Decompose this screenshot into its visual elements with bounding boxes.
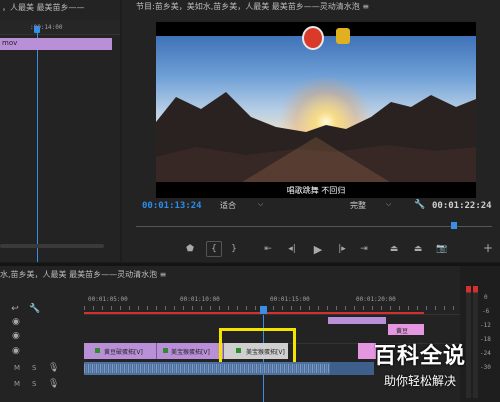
ruler-tick-label: 00:01:10:00 <box>180 296 220 303</box>
export-frame-icon[interactable]: 📷 <box>436 243 448 255</box>
clip-label: 美宝猴蛋拓[V] <box>171 349 210 356</box>
logo-mark <box>336 28 350 44</box>
logo-emblem <box>302 26 324 50</box>
snap-icon[interactable]: ↩ <box>10 304 20 314</box>
chevron-down-icon: ⌵ <box>258 200 264 208</box>
watermark-title: 百科全说 <box>374 344 467 369</box>
go-to-out-icon[interactable]: ⇥ <box>358 243 370 255</box>
mute-button[interactable]: M <box>14 380 20 388</box>
video-clip[interactable]: 美宝猴蛋拓[V] <box>157 343 224 359</box>
program-duration: 00:01:22:24 <box>432 201 492 211</box>
program-scrub-bar[interactable] <box>136 222 492 230</box>
ruler-tick-label: 00:01:15:00 <box>270 296 310 303</box>
fit-dropdown-label: 适合 <box>220 201 236 210</box>
add-button-icon[interactable]: + <box>482 242 494 254</box>
track-header-a2: M S 🎙 <box>0 378 84 392</box>
meter-scale-label: -6 <box>482 308 490 315</box>
extract-icon[interactable]: ⏏ <box>412 243 424 255</box>
eye-icon[interactable]: ◉ <box>12 347 20 356</box>
microphone-icon[interactable]: 🎙 <box>48 364 59 373</box>
mute-button[interactable]: M <box>14 364 20 372</box>
lift-icon[interactable]: ⏏ <box>388 243 400 255</box>
chevron-down-icon: ⌵ <box>386 200 392 208</box>
quality-dropdown[interactable]: 完整 ⌵ <box>348 200 398 211</box>
source-panel: ，人最美 最美苗乡—— :00:14:00 mov <box>0 0 120 262</box>
source-panel-title: ，人最美 最美苗乡—— <box>2 3 85 12</box>
solo-button[interactable]: S <box>32 364 36 372</box>
quality-dropdown-label: 完整 <box>350 201 366 210</box>
mark-out-icon[interactable]: } <box>228 243 240 255</box>
mark-in-icon[interactable]: { <box>206 241 222 257</box>
video-subtitle: 唱歌跳舞 不回归 <box>286 186 346 195</box>
program-current-time[interactable]: 00:01:13:24 <box>142 201 202 211</box>
scrub-track <box>136 226 492 227</box>
timeline-playhead[interactable] <box>260 306 267 314</box>
program-monitor: 节目:苗乡美，美如水,苗乡美，人最美 最美苗乡——灵动清水泡 ≡ 唱歌跳舞 不回… <box>122 0 500 262</box>
program-title: 节目:苗乡美，美如水,苗乡美，人最美 最美苗乡——灵动清水泡 ≡ <box>136 2 370 11</box>
clip-label: 黄豆 <box>396 328 409 335</box>
source-playhead-line <box>37 33 38 262</box>
go-to-in-icon[interactable]: ⇤ <box>262 243 274 255</box>
track-header-v3: ◉ <box>0 316 84 330</box>
meter-scale-label: 0 <box>484 294 488 301</box>
ruler-tick-label: 00:01:05:00 <box>88 296 128 303</box>
track-header-a1: M S 🎙 <box>0 362 84 376</box>
timeline-ruler[interactable]: 00:01:05:00 00:01:10:00 00:01:15:00 00:0… <box>84 292 460 314</box>
track-header-v2: ◉ <box>0 330 84 344</box>
track-header-v1: ◉ <box>0 344 84 360</box>
highlight-box <box>219 328 296 365</box>
timeline-title: 水,苗乡美，人最美 最美苗乡——灵动清水泡 ≡ <box>0 270 167 279</box>
step-forward-icon[interactable]: |▸ <box>336 243 348 255</box>
mountain-silhouette <box>156 92 476 198</box>
eye-icon[interactable]: ◉ <box>12 332 20 341</box>
ruler-ticks <box>84 306 460 310</box>
title-clip[interactable] <box>328 317 386 324</box>
scrub-playhead[interactable] <box>451 222 457 229</box>
source-clip[interactable]: mov <box>0 38 112 50</box>
fx-badge-icon <box>163 348 168 353</box>
watermark: 百科全说 助你轻松解决 <box>368 338 498 400</box>
wrench-icon[interactable]: 🔧 <box>29 304 40 314</box>
ruler-tick-label: 00:01:20:00 <box>356 296 396 303</box>
source-playhead[interactable] <box>34 26 40 33</box>
title-clip[interactable]: 黄豆 <box>388 324 424 335</box>
track-lane-v2 <box>84 314 460 315</box>
solo-button[interactable]: S <box>32 380 36 388</box>
wrench-icon[interactable]: 🔧 <box>414 199 426 211</box>
fit-dropdown[interactable]: 适合 ⌵ <box>218 200 268 211</box>
source-scrollbar[interactable] <box>0 244 104 248</box>
microphone-icon[interactable]: 🎙 <box>48 380 59 389</box>
video-frame[interactable]: 唱歌跳舞 不回归 <box>156 22 476 198</box>
source-clip-label: mov <box>2 39 18 47</box>
watermark-subtitle: 助你轻松解决 <box>384 374 457 388</box>
eye-icon[interactable]: ◉ <box>12 318 20 327</box>
clip-label: 黄豆破蛋拓[V] <box>104 349 143 356</box>
marker-icon[interactable]: ⬟ <box>184 243 196 255</box>
video-clip[interactable]: 黄豆破蛋拓[V] <box>84 343 157 359</box>
meter-scale-label: -12 <box>480 322 491 329</box>
play-icon[interactable]: ▶ <box>312 243 324 255</box>
step-back-icon[interactable]: ◂| <box>286 243 298 255</box>
fx-badge-icon <box>95 348 100 353</box>
